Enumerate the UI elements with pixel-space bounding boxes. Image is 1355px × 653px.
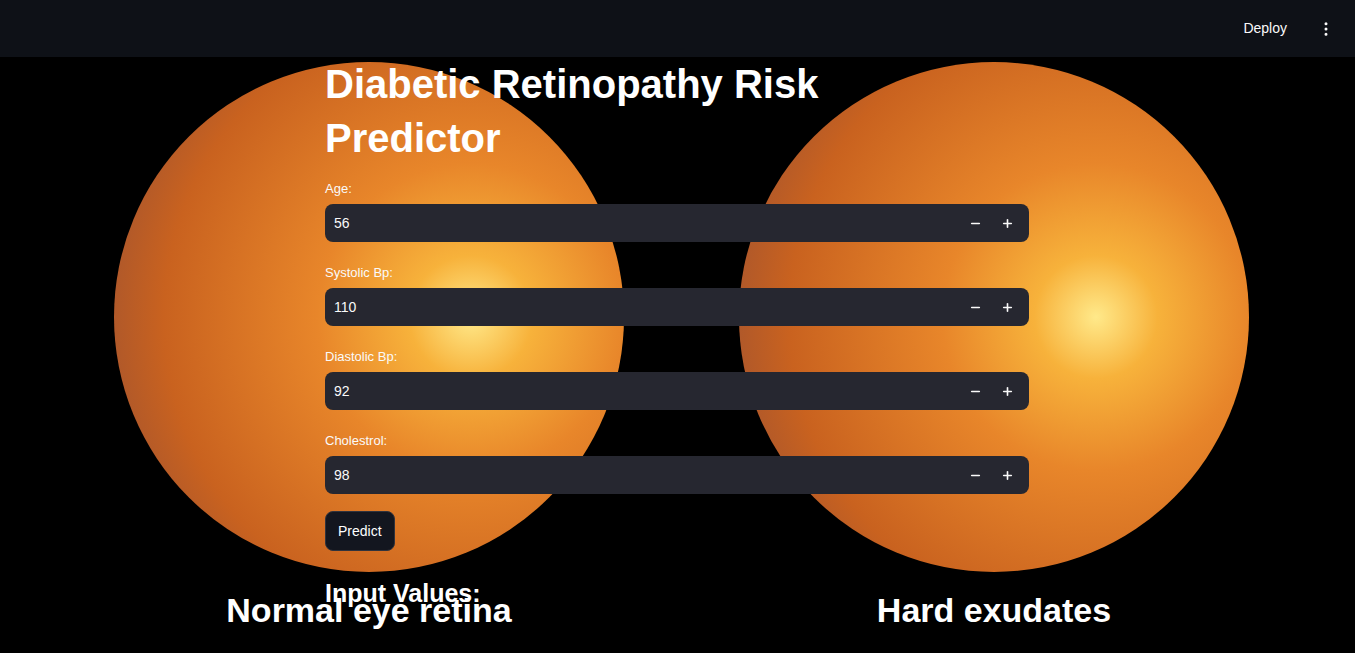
- decrement-button[interactable]: [959, 207, 991, 239]
- predict-row: Predict: [325, 511, 1029, 551]
- increment-button[interactable]: [991, 459, 1023, 491]
- field-label: Age:: [325, 179, 1029, 199]
- decrement-button[interactable]: [959, 375, 991, 407]
- plus-icon[interactable]: [1001, 385, 1014, 398]
- field-label: Systolic Bp:: [325, 263, 1029, 283]
- results-heading: Input Values:: [325, 577, 1029, 609]
- increment-button[interactable]: [991, 207, 1023, 239]
- more-icon[interactable]: [1317, 20, 1335, 38]
- minus-icon[interactable]: [969, 217, 982, 230]
- plus-icon[interactable]: [1001, 217, 1014, 230]
- plus-icon[interactable]: [1001, 469, 1014, 482]
- minus-icon[interactable]: [969, 301, 982, 314]
- retina-caption: Hard exudates: [877, 590, 1111, 630]
- app: Normal eye retinaHard exudates Deploy Diab…: [0, 0, 1355, 653]
- number-field: Systolic Bp: 110: [325, 263, 1029, 326]
- main-menu-button[interactable]: [1317, 20, 1335, 38]
- field-label: Diastolic Bp:: [325, 347, 1029, 367]
- page-title: Diabetic Retinopathy Risk Predictor: [325, 57, 865, 165]
- input-value[interactable]: 98: [334, 465, 959, 486]
- number-input[interactable]: 56: [325, 204, 1029, 242]
- number-input[interactable]: 110: [325, 288, 1029, 326]
- input-value[interactable]: 56: [334, 213, 959, 234]
- number-field: Cholestrol: 98: [325, 431, 1029, 494]
- deploy-button[interactable]: Deploy: [1239, 18, 1291, 39]
- retina-figure: Hard exudates: [738, 62, 1250, 630]
- increment-button[interactable]: [991, 375, 1023, 407]
- number-input[interactable]: 92: [325, 372, 1029, 410]
- number-field: Diastolic Bp: 92: [325, 347, 1029, 410]
- form: Age: 56 Systolic Bp: 110 Diastolic Bp: 92 Chol…: [325, 179, 1029, 494]
- input-value[interactable]: 110: [334, 297, 959, 318]
- increment-button[interactable]: [991, 291, 1023, 323]
- background-image: Normal eye retinaHard exudates: [0, 62, 1355, 630]
- decrement-button[interactable]: [959, 291, 991, 323]
- header-bar: Deploy: [0, 0, 1355, 57]
- number-input[interactable]: 98: [325, 456, 1029, 494]
- field-label: Cholestrol:: [325, 431, 1029, 451]
- number-field: Age: 56: [325, 179, 1029, 242]
- decrement-button[interactable]: [959, 459, 991, 491]
- minus-icon[interactable]: [969, 469, 982, 482]
- input-value[interactable]: 92: [334, 381, 959, 402]
- plus-icon[interactable]: [1001, 301, 1014, 314]
- main-content: Diabetic Retinopathy Risk Predictor Age: 5…: [325, 57, 1029, 609]
- predict-button[interactable]: Predict: [325, 511, 395, 551]
- minus-icon[interactable]: [969, 385, 982, 398]
